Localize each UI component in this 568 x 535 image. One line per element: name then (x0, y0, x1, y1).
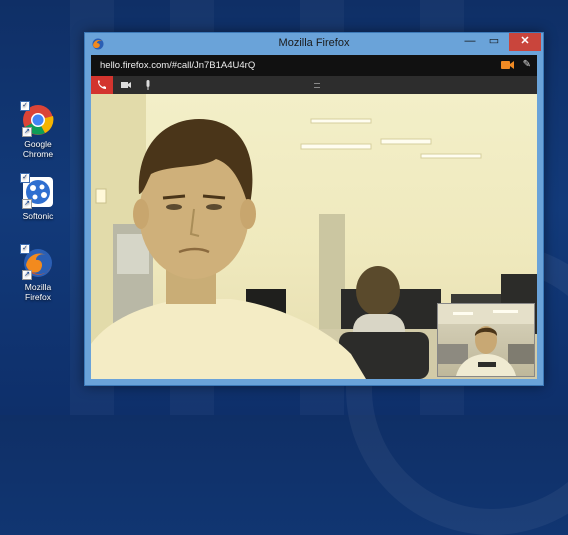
remote-video (91, 94, 537, 379)
edit-icon[interactable]: ✎ (523, 59, 531, 70)
hangup-button[interactable] (91, 76, 113, 94)
drag-handle-icon[interactable] (314, 83, 320, 88)
local-video-preview[interactable] (437, 303, 535, 377)
desktop-icon-label: Google (24, 139, 52, 149)
url-text: hello.firefox.com/#call/Jn7B1A4U4rQ (100, 60, 256, 71)
desktop-icon-label: Firefox (25, 292, 51, 302)
close-button[interactable]: ✕ (509, 33, 541, 51)
address-bar[interactable]: hello.firefox.com/#call/Jn7B1A4U4rQ ✎ (91, 55, 537, 76)
desktop-icon-softonic[interactable]: ✓ ↗ Softonic (14, 173, 62, 221)
desktop-icon-label: Chrome (22, 149, 54, 159)
shortcut-arrow-icon: ↗ (22, 270, 32, 280)
call-controls-bar (91, 76, 537, 94)
shortcut-arrow-icon: ↗ (22, 199, 32, 209)
microphone-icon (146, 80, 150, 90)
checkbox-icon: ✓ (20, 244, 30, 254)
desktop-icon-google-chrome[interactable]: ✓ ↗ Google Chrome (14, 101, 62, 159)
video-camera-icon (121, 82, 131, 88)
checkbox-icon: ✓ (20, 101, 30, 111)
self-view-image (438, 304, 534, 376)
title-bar[interactable]: Mozilla Firefox — ▭ ✕ (85, 33, 543, 55)
maximize-button[interactable]: ▭ (481, 33, 507, 51)
desktop-icon-mozilla-firefox[interactable]: ✓ ↗ Mozilla Firefox (14, 244, 62, 302)
desktop-icon-label: Softonic (22, 211, 54, 221)
camera-indicator-icon[interactable] (501, 60, 514, 70)
video-toggle-button[interactable] (115, 76, 137, 94)
shortcut-arrow-icon: ↗ (22, 127, 32, 137)
checkbox-icon: ✓ (20, 173, 30, 183)
firefox-window: Mozilla Firefox — ▭ ✕ hello.firefox.com/… (84, 32, 544, 386)
minimize-button[interactable]: — (457, 33, 483, 51)
microphone-toggle-button[interactable] (137, 76, 159, 94)
phone-icon (98, 80, 106, 89)
desktop-icon-label: Mozilla (24, 282, 52, 292)
